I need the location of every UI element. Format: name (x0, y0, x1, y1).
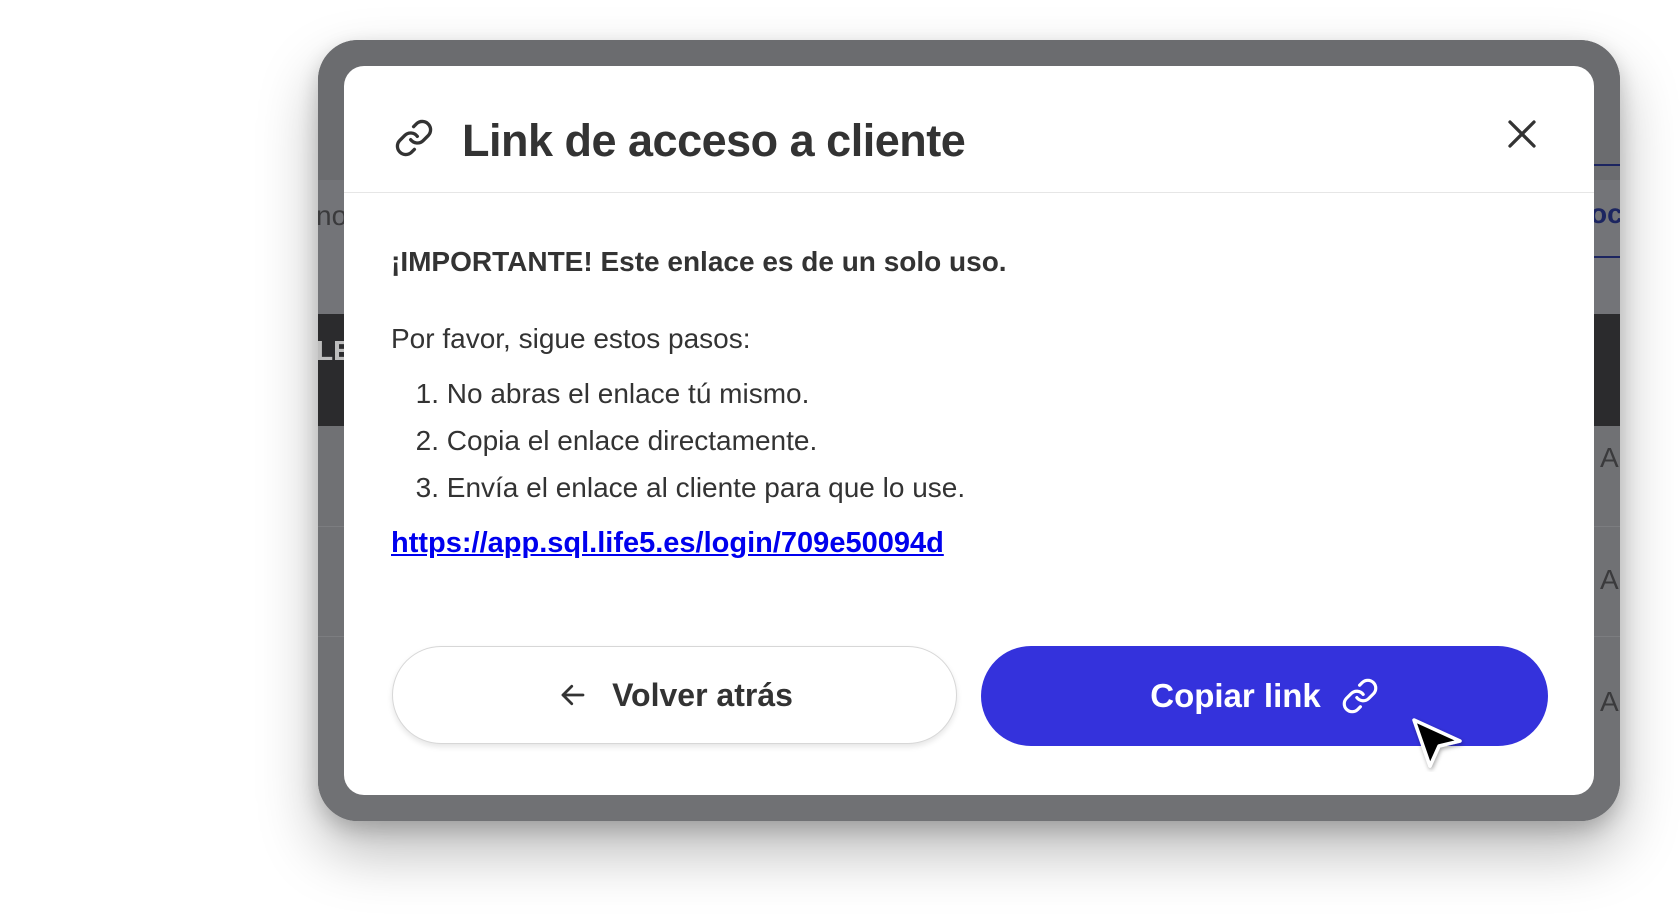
list-item: 3. Envía el enlace al cliente para que l… (391, 464, 965, 511)
step-number: 2. (415, 425, 439, 456)
important-notice: ¡IMPORTANTE! Este enlace es de un solo u… (391, 246, 1007, 277)
list-item: 2. Copia el enlace directamente. (391, 417, 965, 464)
step-number: 3. (415, 472, 439, 503)
back-button[interactable]: Volver atrás (392, 646, 957, 744)
steps-list: 1. No abras el enlace tú mismo. 2. Copia… (391, 370, 965, 511)
instructions-intro: Por favor, sigue estos pasos: (391, 323, 751, 354)
close-icon[interactable] (1504, 116, 1540, 152)
background-text: oc (1590, 198, 1620, 229)
step-number: 1. (415, 378, 439, 409)
background-text: A (1600, 442, 1619, 473)
mouse-cursor-icon (1412, 718, 1462, 768)
link-icon (1342, 678, 1378, 714)
arrow-left-icon (561, 684, 585, 706)
step-text: Copia el enlace directamente. (446, 425, 818, 456)
dialog-title: Link de acceso a cliente (462, 115, 966, 166)
background-text: no (318, 200, 348, 231)
background-text: A (1600, 686, 1619, 717)
back-button-label: Volver atrás (612, 676, 793, 713)
step-text: No abras el enlace tú mismo. (446, 378, 810, 409)
dialog-header: Link de acceso a cliente (344, 66, 1594, 193)
access-link[interactable]: https://app.sql.life5.es/login/709e50094… (391, 527, 944, 560)
link-icon (395, 119, 433, 157)
step-text: Envía el enlace al cliente para que lo u… (446, 472, 966, 503)
list-item: 1. No abras el enlace tú mismo. (391, 370, 965, 417)
copy-button-label: Copiar link (1150, 677, 1321, 714)
client-link-dialog: Link de acceso a cliente ¡IMPORTANTE! Es… (344, 66, 1594, 795)
background-text: A (1600, 564, 1619, 595)
